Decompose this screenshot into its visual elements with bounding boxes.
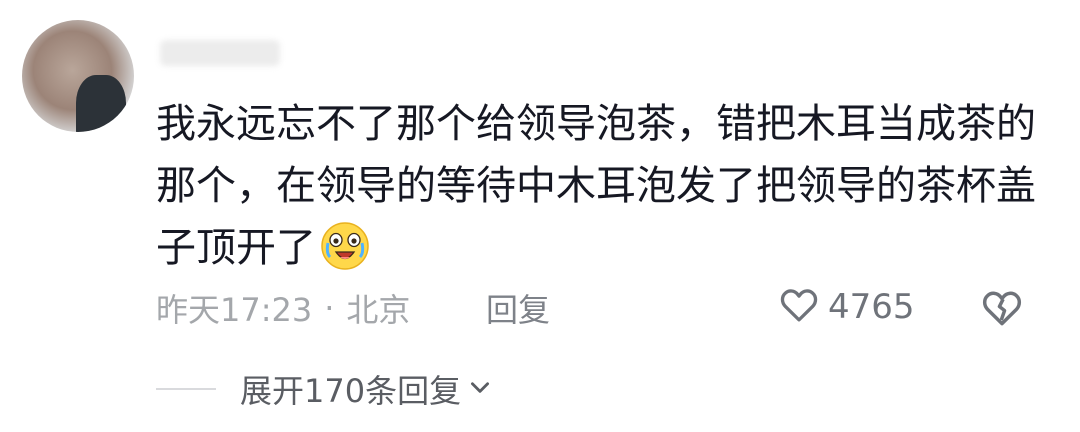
chevron-down-icon: [461, 374, 493, 404]
username-blur-block: [160, 40, 280, 66]
like-count: 4765: [828, 287, 915, 327]
username-blurred[interactable]: [160, 40, 340, 68]
dislike-button[interactable]: [980, 286, 1024, 330]
reply-button[interactable]: 回复: [486, 285, 550, 331]
comment-meta: 昨天17:23 · 北京: [156, 285, 410, 331]
like-button[interactable]: 4765: [778, 284, 915, 330]
comment-location: 北京: [346, 291, 411, 329]
reply-label: 回复: [486, 291, 551, 329]
expand-replies-row: 展开170条回复: [156, 364, 493, 414]
comment-body: 我永远忘不了那个给领导泡茶，错把木耳当成茶的那个，在领导的等待中木耳泡发了把领导…: [156, 93, 1036, 279]
broken-heart-icon: [980, 291, 1024, 334]
expand-replies-label: 展开170条回复: [240, 372, 462, 410]
comment-text: 我永远忘不了那个给领导泡茶，错把木耳当成茶的那个，在领导的等待中木耳泡发了把领导…: [156, 101, 1036, 271]
comment-time: 昨天17:23: [156, 291, 313, 329]
laughing-crying-emoji-icon: [320, 221, 370, 271]
avatar-figure: [76, 75, 126, 132]
divider: [156, 388, 216, 390]
avatar[interactable]: [22, 20, 134, 132]
meta-separator: ·: [324, 289, 335, 327]
heart-outline-icon: [778, 284, 828, 330]
expand-replies-button[interactable]: 展开170条回复: [240, 366, 493, 412]
